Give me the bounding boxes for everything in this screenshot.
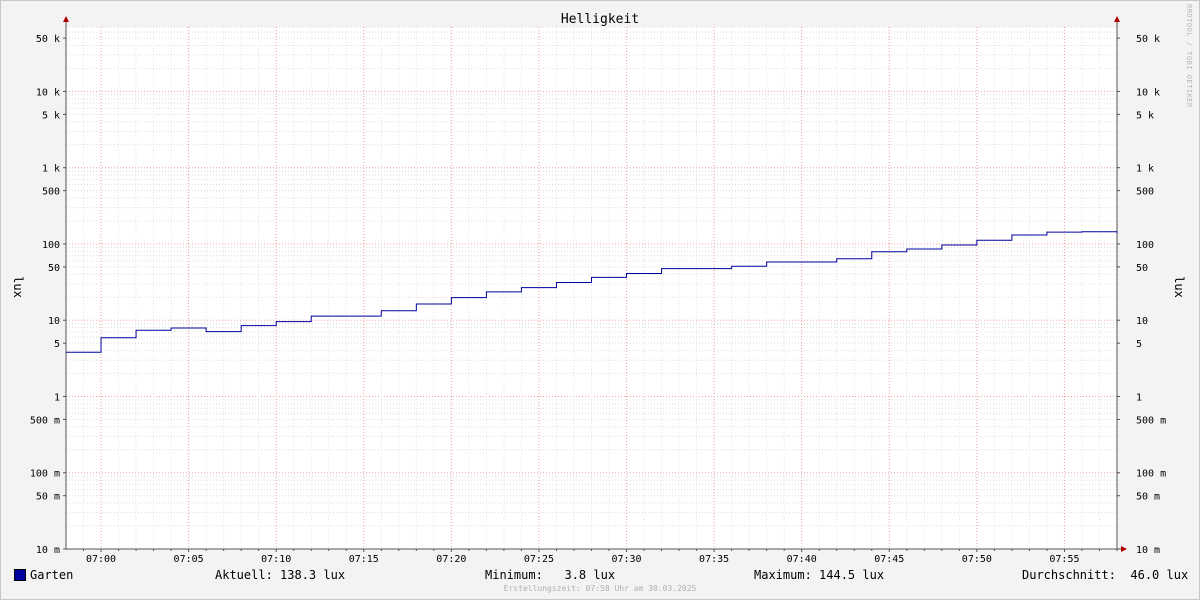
chart-title: Helligkeit [561,12,639,27]
x-tick-label: 07:20 [436,554,466,565]
watermark: RRDTOOL / TOBI OETIKER [1185,4,1193,108]
x-tick-label: 07:10 [261,554,291,565]
y-tick-label-left: 10 [48,316,60,327]
legend-maximum: Maximum: 144.5 lux [754,568,885,582]
y-tick-label-left: 10 m [36,545,60,556]
y-tick-label-right: 100 [1136,240,1154,251]
y-tick-label-left: 1 [54,392,60,403]
y-tick-label-right: 50 m [1136,492,1160,503]
y-tick-label-right: 500 [1136,187,1154,198]
y-axis-arrow-right [1114,16,1120,22]
footer-timestamp: Erstellungszeit: 07:58 Uhr am 30.03.2025 [503,584,697,593]
legend-series-name: Garten [30,568,74,582]
y-tick-label-right: 1 k [1136,164,1154,175]
y-tick-label-left: 10 k [36,87,60,98]
legend-current: Aktuell: 138.3 lux [215,568,346,582]
y-tick-label-left: 5 [54,339,60,350]
y-tick-label-left: 500 m [30,415,60,426]
y-tick-label-right: 1 [1136,392,1142,403]
y-tick-label-right: 50 k [1136,34,1160,45]
x-tick-label: 07:50 [962,554,992,565]
y-axis-arrow-left [63,16,69,22]
x-tick-label: 07:15 [349,554,379,565]
y-tick-label-left: 50 [48,263,60,274]
y-tick-label-right: 10 k [1136,87,1160,98]
y-tick-label-right: 500 m [1136,415,1166,426]
y-tick-label-left: 500 [42,187,60,198]
x-tick-label: 07:05 [174,554,204,565]
y-tick-label-right: 10 m [1136,545,1160,556]
y-tick-label-right: 50 [1136,263,1148,274]
y-tick-labels-left: 50 k 10 k 5 k 1 k 500 100 50 10 5 1 500 m 100 m 50 m… [30,34,60,556]
y-tick-label-right: 100 m [1136,469,1166,480]
x-tick-label: 07:00 [86,554,116,565]
x-tick-label: 07:45 [874,554,904,565]
x-tick-labels: 07:00 07:05 07:10 07:15 07:20 07:25 07:30 07:35… [86,554,1080,565]
y-tick-label-right: 5 k [1136,110,1154,121]
x-tick-label: 07:35 [699,554,729,565]
legend-minimum: Minimum: 3.8 lux [485,568,616,582]
y-tick-label-right: 10 [1136,316,1148,327]
y-tick-label-left: 1 k [42,164,60,175]
y-axis-label-left: lux [11,276,25,298]
y-tick-labels-right: 50 k 10 k 5 k 1 k 500 100 50 10 5 1 500 m 100 m 50 m… [1136,34,1166,556]
y-tick-label-left: 5 k [42,110,60,121]
y-tick-label-left: 50 m [36,492,60,503]
y-tick-label-right: 5 [1136,339,1142,350]
x-tick-label: 07:30 [611,554,641,565]
legend-swatch-garten [14,569,26,581]
y-axis-label-right: lux [1172,276,1186,298]
grid [66,26,1117,550]
x-tick-label: 07:40 [787,554,817,565]
y-tick-label-left: 100 m [30,469,60,480]
x-tick-label: 07:25 [524,554,554,565]
x-axis-arrow [1121,546,1127,552]
x-tick-label: 07:55 [1049,554,1079,565]
legend-average: Durchschnitt: 46.0 lux [1022,568,1189,582]
brightness-chart: 50 k 10 k 5 k 1 k 500 100 50 10 5 1 500 m 100 m 50 m… [11,4,1193,565]
y-tick-label-left: 50 k [36,34,60,45]
y-tick-label-left: 100 [42,240,60,251]
